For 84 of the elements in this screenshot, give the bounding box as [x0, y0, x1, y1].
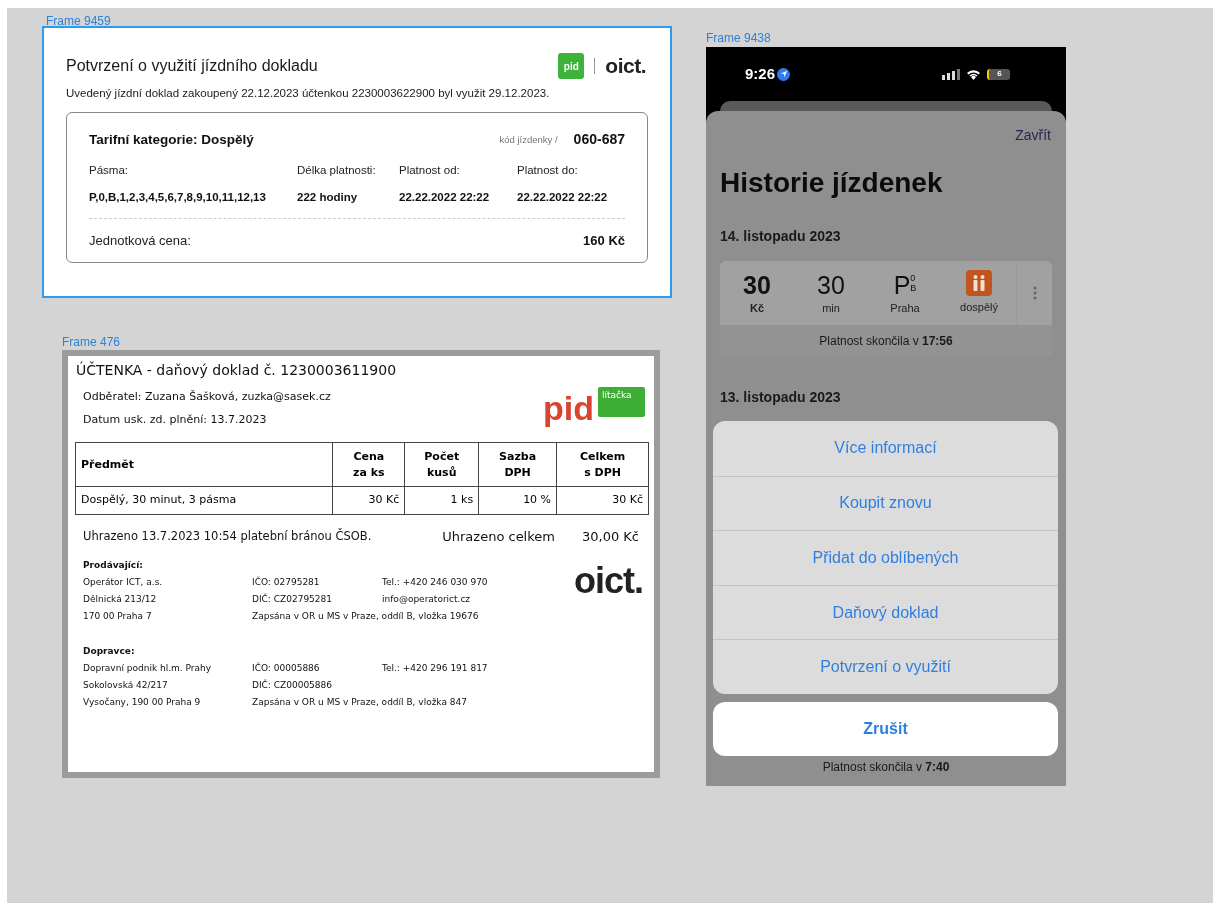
company-info: Zapsána v OR u MS v Praze, oddíl B, vložka 19676	[252, 609, 480, 623]
ticket-code: 060-687	[573, 130, 625, 150]
unit-price: 160 Kč	[583, 231, 625, 250]
table-cell: 1 ks	[404, 486, 479, 515]
zone-subscript: B	[910, 282, 917, 293]
table-cell: 30 Kč	[332, 486, 405, 515]
company-info: Zapsána v OR u MS v Praze, oddíl B, vložka 847	[252, 695, 468, 709]
document-title: Potvrzení o využití jízdního dokladu	[66, 56, 318, 76]
company-info: DIČ: CZ02795281	[252, 592, 334, 606]
company-info: IČO: 02795281	[252, 575, 321, 589]
pid-logo: pid	[543, 391, 594, 425]
company-info: Tel.: +420 296 191 817	[382, 661, 488, 675]
customer-info: Datum usk. zd. plnění: 13.7.2023	[83, 411, 268, 428]
field-value: 22.22.2022 22:22	[517, 189, 609, 205]
document-text: Uvedený jízdní doklad zakoupený 22.12.2023 účtenkou 2230003622900 byl využit 29.12.2023.	[66, 86, 551, 101]
action-item[interactable]: Více informací	[713, 421, 1058, 476]
wifi-icon	[966, 68, 981, 80]
status-time: 9:26	[745, 63, 776, 84]
company-info: Tel.: +420 246 030 970	[382, 575, 488, 589]
field-label: Platnost od:	[399, 163, 461, 179]
company-info: Vysočany, 190 00 Praha 9	[83, 695, 202, 709]
column-header: Sazba DPH	[478, 442, 557, 487]
date-heading: 14. listopadu 2023	[720, 227, 842, 246]
field-value: P,0,B,1,2,3,4,5,6,7,8,9,10,11,12,13	[89, 189, 267, 205]
company-info: Dopravní podnik hl.m. Prahy	[83, 661, 213, 675]
oict-logo: oict.	[574, 562, 643, 603]
total-value: 30,00 Kč	[581, 528, 639, 546]
action-item[interactable]: Přidat do oblíbených	[713, 530, 1058, 585]
category-label: dospělý	[960, 300, 998, 316]
pid-logo: pid	[558, 53, 585, 79]
zone-label: Praha	[890, 300, 920, 316]
frame-label[interactable]: Frame 9459	[46, 12, 111, 30]
field-label: Platnost do:	[517, 163, 579, 179]
company-info: IČO: 00005886	[252, 661, 321, 675]
action-item[interactable]: Potvrzení o využití	[713, 639, 1058, 694]
oict-logo: oict.	[605, 53, 647, 80]
code-label: kód jízdenky /	[499, 132, 558, 147]
expiry-text: Platnost skončila v 17:56	[819, 333, 953, 350]
total-label: Uhrazeno celkem	[442, 528, 555, 546]
signal-icon	[942, 68, 960, 80]
field-value: 22.22.2022 22:22	[399, 189, 491, 205]
company-info: info@operatorict.cz	[382, 592, 472, 606]
screen-title: Historie jízdenek	[720, 166, 944, 200]
field-label: Pásma:	[89, 163, 129, 179]
action-item[interactable]: Koupit znovu	[713, 475, 1058, 531]
frame-label[interactable]: Frame 9438	[706, 29, 771, 47]
company-info: Sokolovská 42/217	[83, 678, 169, 692]
date-heading: 13. listopadu 2023	[720, 388, 842, 407]
column-header: Předmět	[75, 442, 333, 487]
company-info: Operátor ICT, a.s.	[83, 575, 164, 589]
table-cell: Dospělý, 30 minut, 3 pásma	[75, 486, 333, 515]
action-item[interactable]: Daňový doklad	[713, 584, 1058, 640]
table-cell: 30 Kč	[556, 486, 649, 515]
table-cell: 10 %	[478, 486, 557, 515]
column-header: Počet kusů	[404, 442, 479, 487]
receipt-title: ÚČTENKA - daňový doklad č. 1230003611900	[76, 360, 398, 380]
section-heading: Dopravce:	[83, 644, 136, 658]
field-value: 222 hodiny	[297, 189, 359, 205]
company-info: DIČ: CZ00005886	[252, 678, 334, 692]
section-heading: Prodávající:	[83, 558, 144, 572]
company-info: Dělnická 213/12	[83, 592, 158, 606]
customer-info: Odběratel: Zuzana Šašková, zuzka@sasek.cz	[83, 389, 331, 405]
cancel-button[interactable]: Zrušit	[713, 701, 1058, 756]
price-value: 30	[743, 269, 771, 300]
litacka-badge: lítačka	[598, 387, 645, 417]
zone-superscript: 0	[910, 272, 917, 283]
price-label: Jednotková cena:	[89, 231, 191, 250]
adult-passengers-icon	[966, 270, 992, 297]
zone-value: P	[893, 269, 911, 300]
tariff-category: Tarifní kategorie: Dospělý	[89, 130, 254, 149]
column-header: Celkem s DPH	[556, 442, 649, 487]
frame-label[interactable]: Frame 476	[62, 333, 121, 351]
expiry-text: Platnost skončila v 7:40	[821, 759, 951, 776]
duration-value: 30	[817, 269, 845, 300]
location-icon	[777, 67, 791, 81]
column-header: Cena za ks	[332, 442, 405, 487]
price-unit: Kč	[749, 300, 765, 316]
close-button[interactable]: Zavřít	[1015, 125, 1052, 146]
duration-unit: min	[822, 300, 840, 316]
more-icon	[1032, 286, 1037, 300]
company-info: 170 00 Praha 7	[83, 609, 153, 623]
payment-text: Uhrazeno 13.7.2023 10:54 platební bránou ČSOB.	[83, 528, 373, 546]
battery-icon: 6	[987, 68, 1010, 80]
field-label: Délka platnosti:	[297, 163, 377, 179]
